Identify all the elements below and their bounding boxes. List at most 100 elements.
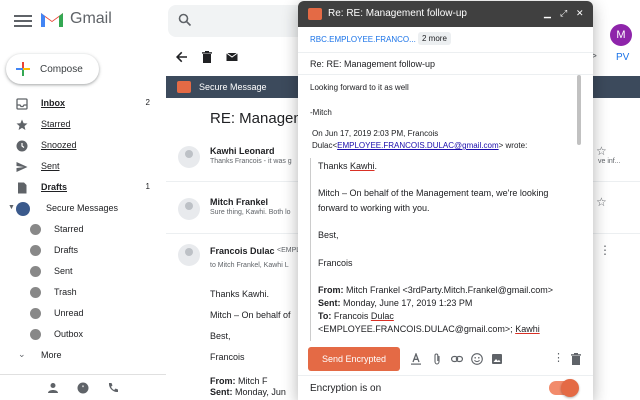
sidebar-footer: " <box>0 374 166 400</box>
search-icon[interactable] <box>178 13 192 27</box>
sidebar-item-secure-drafts[interactable]: Drafts <box>0 241 166 261</box>
sidebar-item-secure-messages[interactable]: ▼ Secure Messages <box>0 199 166 219</box>
body-line: Mitch – On behalf of <box>210 310 291 320</box>
sidebar-item-secure-sent[interactable]: Sent <box>0 262 166 282</box>
secure-logo-icon <box>308 8 322 20</box>
clock-icon <box>16 140 28 152</box>
compose-actions: Send Encrypted ⋮ <box>298 341 593 375</box>
image-icon[interactable] <box>491 353 503 365</box>
main-menu-button[interactable] <box>14 12 32 28</box>
sidebar-item-starred[interactable]: Starred <box>0 115 166 135</box>
scrollbar[interactable] <box>577 75 581 145</box>
sender-name: Kawhi Leonard <box>210 146 275 156</box>
quoted-from-line: From: Mitch Frankel <3rdParty.Mitch.Fran… <box>318 285 554 295</box>
plus-icon <box>16 62 30 76</box>
sidebar-item-label: Sent <box>54 266 73 276</box>
compose-title: Re: RE: Management follow-up <box>328 8 467 19</box>
more-recipients-chip[interactable]: 2 more <box>418 32 451 45</box>
quoted-closing: Best, <box>318 230 339 240</box>
draft-icon <box>18 182 27 194</box>
sidebar-item-drafts[interactable]: Drafts 1 <box>0 178 166 198</box>
subject-value[interactable]: Re: RE: Management follow-up <box>310 59 435 69</box>
sidebar-item-label: More <box>41 350 62 360</box>
quote-header-line2: Dulac<EMPLOYEE.FRANCOIS.DULAC@gmail.com>… <box>312 141 528 150</box>
recipients-line[interactable]: to Mitch Frankel, Kawhi L <box>210 262 289 269</box>
sidebar-item-more[interactable]: ⌄ More <box>0 346 166 366</box>
encryption-toggle[interactable] <box>549 379 579 397</box>
compose-button[interactable]: Compose <box>6 54 99 84</box>
fullscreen-icon[interactable]: ⤢ <box>560 8 567 19</box>
attach-icon[interactable] <box>431 353 443 365</box>
encryption-bar: Encryption is on <box>298 375 593 400</box>
message-snippet: Thanks Francois - it was g <box>210 158 292 165</box>
inbox-icon <box>16 98 28 110</box>
label-dot-icon <box>30 329 41 340</box>
sidebar-item-secure-starred[interactable]: Starred <box>0 220 166 240</box>
sidebar-item-label: Trash <box>54 287 77 297</box>
sidebar-item-label: Snoozed <box>41 140 77 150</box>
sidebar-item-snoozed[interactable]: Snoozed <box>0 136 166 156</box>
sidebar-item-secure-unread[interactable]: Unread <box>0 304 166 324</box>
avatar <box>178 198 200 220</box>
search-input[interactable] <box>168 5 308 37</box>
sender-name: Mitch Frankel <box>210 197 269 207</box>
recipient-chip[interactable]: RBC.EMPLOYEE.FRANCO... <box>310 35 416 44</box>
message-snippet-tail: ve inf... <box>598 158 621 165</box>
avatar <box>178 244 200 266</box>
quoted-paragraph-line: forward to working with you. <box>318 203 430 213</box>
close-icon[interactable]: ✕ <box>576 8 584 19</box>
label-dot-icon <box>30 266 41 277</box>
quote-header: On Jun 17, 2019 2:03 PM, Francois <box>312 129 439 138</box>
label-dot-icon <box>30 224 41 235</box>
quoted-paragraph-line: Mitch – On behalf of the Management team… <box>318 188 549 198</box>
send-encrypted-button[interactable]: Send Encrypted <box>308 347 400 371</box>
text-format-icon[interactable] <box>410 353 422 365</box>
unread-count: 2 <box>145 98 150 107</box>
body-from-line: From: Mitch F <box>210 376 268 386</box>
sidebar-item-secure-trash[interactable]: Trash <box>0 283 166 303</box>
sidebar-item-label: Secure Messages <box>46 203 119 213</box>
more-vert-icon[interactable]: ⋮ <box>599 243 611 257</box>
compose-header[interactable]: Re: RE: Management follow-up ▁ ⤢ ✕ <box>298 1 593 27</box>
body-line: Thanks Kawhi. <box>210 289 270 299</box>
sidebar: Compose Inbox 2 Starred Snoozed Sent Dra… <box>0 42 166 400</box>
quoted-to-line-2: <EMPLOYEE.FRANCOIS.DULAC@gmail.com>; Kaw… <box>318 324 540 334</box>
recipients-field[interactable]: RBC.EMPLOYEE.FRANCO... 2 more <box>298 27 593 53</box>
star-outline-icon[interactable]: ☆ <box>596 144 607 158</box>
label-dot-icon <box>30 308 41 319</box>
reply-compose-window: Re: RE: Management follow-up ▁ ⤢ ✕ RBC.E… <box>298 1 593 400</box>
quoted-sent-line: Sent: Monday, June 17, 2019 1:23 PM <box>318 298 473 308</box>
message-snippet: Sure thing, Kawhi. Both lo <box>210 209 291 216</box>
emoji-icon[interactable] <box>471 353 483 365</box>
chevron-down-icon: ⌄ <box>18 349 26 359</box>
more-options-icon[interactable]: ⋮ <box>553 351 565 364</box>
hangouts-icon[interactable]: " <box>77 382 89 394</box>
quote-email-link[interactable]: EMPLOYEE.FRANCOIS.DULAC@gmail.com <box>337 141 499 150</box>
compose-label: Compose <box>40 63 83 75</box>
minimize-icon[interactable]: ▁ <box>544 8 551 19</box>
quote-divider <box>310 158 311 341</box>
toggle-knob[interactable] <box>561 379 579 397</box>
sidebar-item-label: Drafts <box>54 245 79 255</box>
sidebar-item-label: Unread <box>54 308 84 318</box>
discard-draft-icon[interactable] <box>570 353 582 365</box>
quoted-greeting: Thanks Kawhi. <box>318 161 378 171</box>
star-outline-icon[interactable]: ☆ <box>596 195 607 209</box>
body-line: Best, <box>210 331 231 341</box>
body-sent-line: Sent: Monday, Jun <box>210 387 286 397</box>
person-icon[interactable] <box>47 382 59 394</box>
body-signature: -Mitch <box>310 108 332 117</box>
sidebar-item-sent[interactable]: Sent <box>0 157 166 177</box>
subject-field[interactable]: Re: RE: Management follow-up <box>298 53 593 75</box>
caret-down-icon[interactable]: ▼ <box>8 204 15 211</box>
sidebar-item-label: Sent <box>41 161 60 171</box>
message-body-editor[interactable]: Looking forward to it as well -Mitch On … <box>298 75 593 341</box>
sidebar-item-secure-outbox[interactable]: Outbox <box>0 325 166 345</box>
link-icon[interactable] <box>451 353 463 365</box>
gmail-logo[interactable]: Gmail <box>40 10 112 28</box>
gmail-m-icon <box>41 13 63 27</box>
body-line: Francois <box>210 352 245 362</box>
quoted-signature: Francois <box>318 258 353 268</box>
phone-icon[interactable] <box>107 382 119 394</box>
sidebar-item-inbox[interactable]: Inbox 2 <box>0 94 166 114</box>
